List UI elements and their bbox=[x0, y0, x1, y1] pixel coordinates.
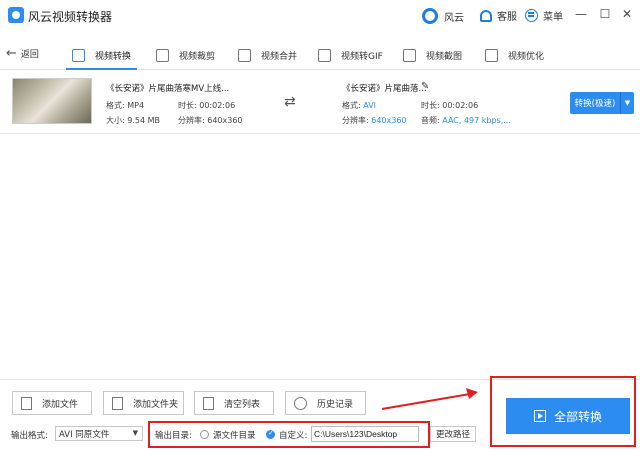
convert-all-button[interactable]: 全部转换 bbox=[506, 398, 630, 434]
play-icon bbox=[533, 410, 546, 422]
convert-all-label: 全部转换 bbox=[553, 409, 602, 424]
